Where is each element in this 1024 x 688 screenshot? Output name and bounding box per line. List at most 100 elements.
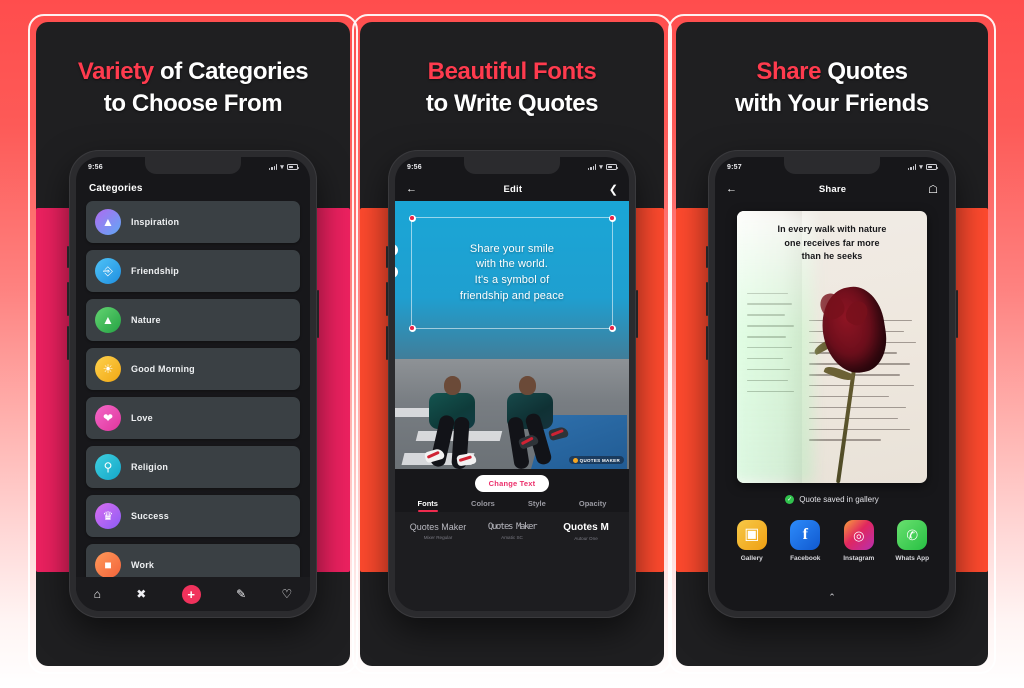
list-item-label: Religion (131, 462, 169, 472)
list-item-label: Good Morning (131, 364, 195, 374)
list-item[interactable]: ⎆ Friendship (86, 250, 300, 292)
edit-icon[interactable]: ✎ (236, 588, 246, 600)
phone-notch (145, 157, 241, 174)
status-time: 9:57 (727, 163, 742, 171)
wifi-icon: ▾ (599, 163, 603, 171)
share-target-label: Instagram (843, 555, 875, 562)
home-icon[interactable]: ⌂ (94, 588, 101, 600)
phone-mockup-1: 9:56 ▾ Categories ▲ Inspiration ⎆ Friend… (67, 150, 319, 618)
panel-categories: Variety of Categories to Choose From 9:5… (28, 14, 358, 674)
wifi-icon: ▾ (280, 163, 284, 171)
back-icon[interactable]: ← (726, 183, 737, 195)
tab-style[interactable]: Style (528, 499, 546, 512)
add-button[interactable]: + (181, 584, 201, 604)
share-target-instagram[interactable]: ◎ Instagram (835, 520, 883, 562)
signal-icon (268, 164, 278, 170)
whatsapp-icon[interactable]: ✆ (897, 520, 928, 550)
quote-text: Share your smile with the world. It's a … (459, 242, 565, 302)
delete-text-icon[interactable]: ■ (395, 244, 398, 256)
mountain-icon: ▲ (95, 209, 121, 235)
font-preview: Quotes M (563, 522, 609, 533)
page-title: Edit (503, 183, 523, 195)
panel-fonts: Beautiful Fonts to Write Quotes 9:56 ▾ ←… (352, 14, 672, 674)
chevron-up-icon[interactable]: ⌃ (715, 592, 949, 603)
list-item[interactable]: ▲ Nature (86, 299, 300, 341)
wifi-icon: ▾ (919, 163, 923, 171)
font-option[interactable]: Quotes M Autour One (551, 522, 621, 541)
font-name: Mixer Regular (423, 535, 453, 540)
watermark: QUOTES MAKER (568, 456, 624, 464)
share-target-label: Facebook (790, 555, 821, 562)
panel-headline: Beautiful Fonts to Write Quotes (360, 56, 664, 119)
status-time: 9:56 (88, 163, 103, 171)
list-item[interactable]: ❤ Love (86, 397, 300, 439)
quote-text-box[interactable]: Share your smile with the world. It's a … (395, 214, 616, 332)
share-target-label: Whats App (895, 555, 930, 562)
change-text-button[interactable]: Change Text (474, 475, 550, 492)
font-name: Autour One (574, 536, 598, 541)
phone-notch (784, 157, 880, 174)
signal-icon (587, 164, 597, 170)
headline-line2: to Choose From (103, 89, 283, 117)
battery-icon (606, 164, 619, 170)
share-target-whatsapp[interactable]: ✆ Whats App (888, 520, 936, 562)
font-option[interactable]: Quotes Maker Mixer Regular (403, 522, 473, 540)
tab-fonts[interactable]: Fonts (417, 499, 439, 512)
gallery-icon[interactable]: ▣ (736, 520, 767, 550)
shuffle-icon[interactable]: ✖ (136, 588, 146, 600)
resize-handle-bottom-left[interactable] (408, 324, 416, 332)
favorites-icon[interactable]: ♡ (281, 588, 292, 600)
quote-preview-card[interactable]: In every walk with nature one receives f… (737, 211, 927, 483)
list-item-label: Nature (131, 315, 161, 325)
page-title: Categories (89, 183, 143, 194)
headline-highlight: Beautiful Fonts (427, 58, 597, 85)
page-title: Share (818, 183, 847, 195)
quote-text: In every walk with nature one receives f… (777, 224, 887, 261)
share-target-facebook[interactable]: f Facebook (781, 520, 829, 562)
list-item-label: Love (131, 413, 153, 423)
list-item[interactable]: ☀ Good Morning (86, 348, 300, 390)
resize-handle-top-right[interactable] (608, 214, 616, 222)
battery-icon (287, 164, 300, 170)
font-option[interactable]: Quotes Maker Amatic SC (477, 522, 547, 540)
instagram-icon[interactable]: ◎ (843, 520, 874, 550)
headline-line2: with Your Friends (735, 89, 929, 117)
font-options[interactable]: Quotes Maker Mixer Regular Quotes Maker … (395, 512, 629, 611)
rotate-text-icon[interactable]: ↻ (395, 266, 398, 278)
list-item[interactable]: ⚲ Religion (86, 446, 300, 488)
bottom-tab-bar[interactable]: ⌂ ✖ + ✎ ♡ (76, 577, 310, 611)
font-preview: Quotes Maker (487, 522, 538, 532)
editor-tabs[interactable]: Fonts Colors Style Opacity (395, 496, 629, 512)
share-target-gallery[interactable]: ▣ Gallery (728, 520, 776, 562)
home-icon[interactable]: ☖ (928, 183, 938, 196)
praying-hands-icon: ⚲ (95, 454, 121, 480)
headline-rest: Quotes (821, 58, 908, 85)
battery-icon (926, 164, 939, 170)
phone-mockup-3: 9:57 ▾ ← Share ☖ In every walk with natu… (706, 150, 958, 618)
resize-handle-top-left[interactable] (408, 214, 416, 222)
signal-icon (907, 164, 917, 170)
resize-handle-bottom-right[interactable] (608, 324, 616, 332)
category-list[interactable]: ▲ Inspiration ⎆ Friendship ▲ Nature ☀ Go… (76, 201, 310, 577)
tab-opacity[interactable]: Opacity (579, 499, 607, 512)
share-icon[interactable]: ❮ (609, 183, 618, 196)
back-icon[interactable]: ← (406, 183, 417, 195)
phone-notch (464, 157, 560, 174)
status-badge-label: Quote saved in gallery (799, 495, 879, 504)
headline-highlight: Variety (77, 58, 154, 85)
list-item[interactable]: ■ Work (86, 544, 300, 577)
list-item-label: Work (131, 560, 155, 570)
list-item[interactable]: ♛ Success (86, 495, 300, 537)
list-item[interactable]: ▲ Inspiration (86, 201, 300, 243)
heart-icon: ❤ (95, 405, 121, 431)
headline-highlight: Share (756, 58, 822, 85)
panel-headline: Variety of Categories to Choose From (36, 56, 350, 119)
briefcase-icon: ■ (95, 552, 121, 577)
tab-colors[interactable]: Colors (471, 499, 495, 512)
panel-headline: Share Quotes with Your Friends (676, 56, 988, 119)
tree-icon: ▲ (95, 307, 121, 333)
phone-mockup-2: 9:56 ▾ ← Edit ❮ Share your smile with th… (386, 150, 638, 618)
app-bar: ← Edit ❮ (395, 177, 629, 201)
edit-canvas[interactable]: Share your smile with the world. It's a … (395, 201, 629, 469)
facebook-icon[interactable]: f (790, 520, 821, 550)
